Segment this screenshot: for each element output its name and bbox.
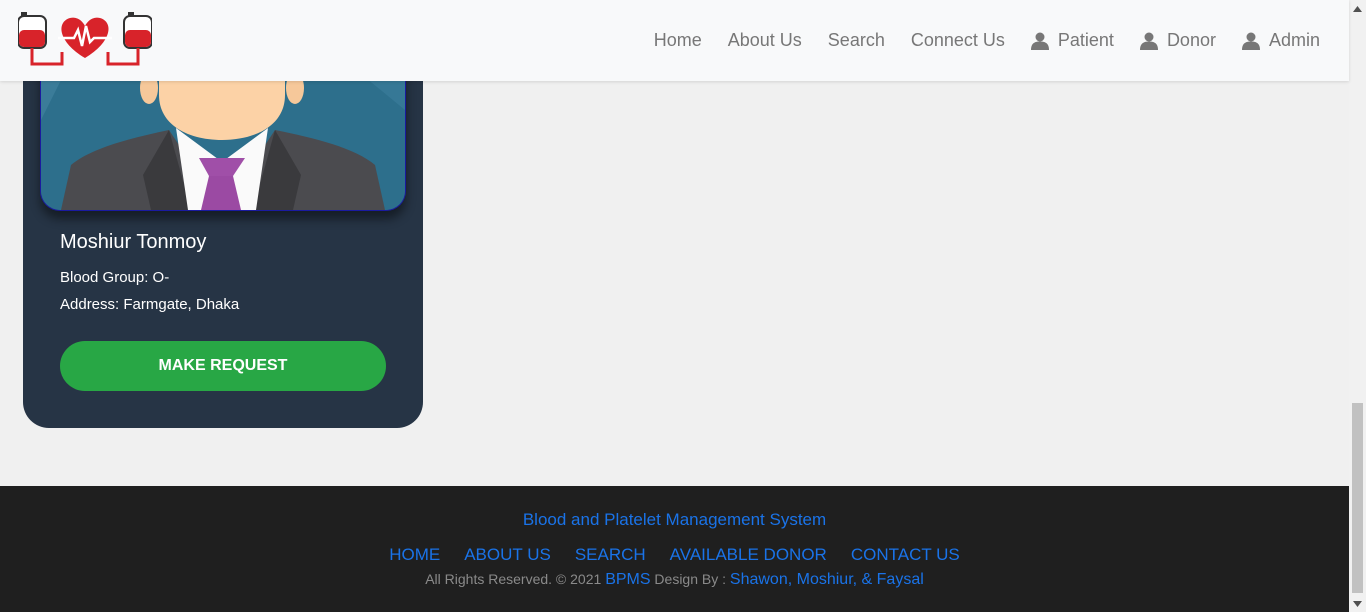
nav-search[interactable]: Search [828, 30, 885, 51]
nav-admin-label: Admin [1268, 30, 1320, 50]
user-icon [1139, 32, 1158, 50]
nav-connect-label: Connect Us [910, 30, 1005, 50]
footer-link-available-donor[interactable]: AVAILABLE DONOR [670, 545, 827, 565]
nav-donor[interactable]: Donor [1139, 30, 1216, 51]
footer-link-contact-us[interactable]: CONTACT US [851, 545, 960, 565]
scroll-up-arrow-icon[interactable] [1349, 0, 1366, 17]
user-icon [1030, 32, 1049, 50]
nav-patient[interactable]: Patient [1030, 30, 1114, 51]
donor-name: Moshiur Tonmoy [60, 231, 207, 253]
main-nav: Home About Us Search Connect Us Patient … [654, 0, 1320, 81]
authors-link[interactable]: Shawon, Moshiur, & Faysal [730, 571, 924, 588]
copyright-text: All Rights Reserved. © 2021 [425, 571, 602, 587]
design-by-text: Design By : [654, 571, 727, 587]
site-header: Home About Us Search Connect Us Patient … [0, 0, 1349, 81]
scrollbar-thumb[interactable] [1352, 403, 1363, 593]
nav-home-label: Home [653, 30, 702, 50]
footer-link-about-us[interactable]: ABOUT US [464, 545, 551, 565]
site-footer: Blood and Platelet Management System HOM… [0, 486, 1349, 612]
donor-blood-group: Blood Group: O- [60, 269, 170, 286]
make-request-button[interactable]: MAKE REQUEST [60, 341, 386, 391]
brand-link[interactable]: BPMS [605, 571, 650, 588]
nav-about-us[interactable]: About Us [728, 30, 802, 51]
nav-patient-label: Patient [1057, 30, 1114, 50]
footer-link-search[interactable]: SEARCH [575, 545, 646, 565]
nav-donor-label: Donor [1166, 30, 1216, 50]
footer-copyright: All Rights Reserved. © 2021 BPMS Design … [0, 571, 1349, 589]
nav-search-label: Search [827, 30, 885, 50]
donor-address: Address: Farmgate, Dhaka [60, 296, 240, 313]
user-icon [1241, 32, 1260, 50]
page-scrollbar[interactable] [1349, 0, 1366, 612]
nav-connect-us[interactable]: Connect Us [911, 30, 1005, 51]
nav-admin[interactable]: Admin [1241, 30, 1320, 51]
scroll-down-arrow-icon[interactable] [1349, 595, 1366, 612]
nav-home[interactable]: Home [654, 30, 702, 51]
footer-link-home[interactable]: HOME [389, 545, 440, 565]
footer-title: Blood and Platelet Management System [522, 510, 827, 529]
nav-about-label: About Us [727, 30, 802, 50]
footer-links: HOME ABOUT US SEARCH AVAILABLE DONOR CON… [0, 545, 1349, 565]
blood-bag-heartbeat-logo[interactable] [17, 12, 153, 68]
